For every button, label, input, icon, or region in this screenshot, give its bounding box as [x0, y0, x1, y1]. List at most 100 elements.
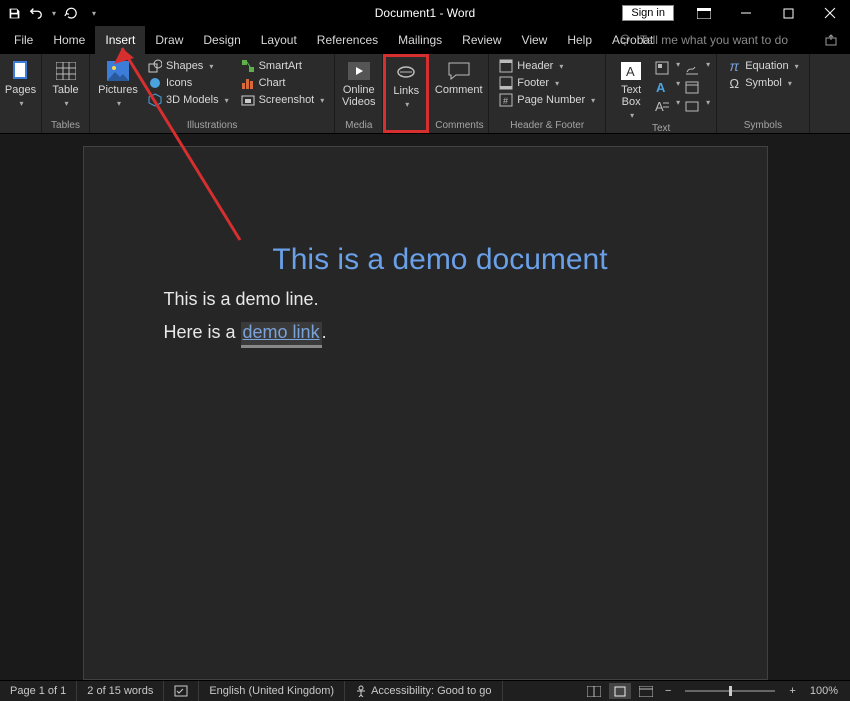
comment-icon — [448, 60, 470, 82]
signature-line-icon[interactable] — [684, 60, 700, 76]
group-illustrations: Pictures▾ Shapes▾ Icons 3D Models▾ Smart… — [90, 54, 335, 133]
status-spellcheck[interactable] — [164, 681, 199, 701]
zoom-level[interactable]: 100% — [804, 685, 844, 697]
web-layout-button[interactable] — [635, 683, 657, 699]
shapes-button[interactable]: Shapes▾ — [144, 58, 233, 74]
group-label-comments: Comments — [435, 119, 482, 131]
share-icon[interactable] — [824, 33, 838, 47]
tab-help[interactable]: Help — [557, 26, 602, 54]
screenshot-button[interactable]: Screenshot▾ — [237, 92, 329, 108]
group-label-symbols: Symbols — [723, 119, 802, 131]
links-button[interactable]: Links▾ — [387, 59, 425, 111]
comment-button[interactable]: Comment — [432, 58, 486, 96]
zoom-in-button[interactable]: + — [785, 685, 799, 697]
spellcheck-icon — [174, 685, 188, 697]
pages-button[interactable]: Pages▾ — [2, 58, 40, 110]
close-button[interactable] — [810, 0, 850, 26]
zoom-slider[interactable] — [685, 690, 775, 692]
shapes-icon — [148, 59, 162, 73]
group-header-footer: Header▾ Footer▾ #Page Number▾ Header & F… — [489, 54, 606, 133]
maximize-button[interactable] — [768, 0, 808, 26]
undo-more-icon[interactable]: ▾ — [52, 9, 56, 18]
video-icon — [348, 60, 370, 82]
smartart-button[interactable]: SmartArt — [237, 58, 329, 74]
symbol-button[interactable]: ΩSymbol▾ — [723, 75, 802, 91]
group-label-hf: Header & Footer — [495, 119, 599, 131]
link-icon — [395, 61, 417, 83]
group-label-media: Media — [341, 119, 376, 131]
status-page[interactable]: Page 1 of 1 — [0, 681, 77, 701]
screenshot-icon — [241, 93, 255, 107]
zoom-out-button[interactable]: − — [661, 685, 675, 697]
object-icon[interactable] — [684, 98, 700, 114]
zoom-thumb[interactable] — [729, 686, 732, 696]
tab-view[interactable]: View — [512, 26, 558, 54]
tab-draw[interactable]: Draw — [145, 26, 193, 54]
undo-icon[interactable] — [28, 5, 44, 21]
tab-insert[interactable]: Insert — [95, 26, 145, 54]
tab-references[interactable]: References — [307, 26, 388, 54]
status-words[interactable]: 2 of 15 words — [77, 681, 164, 701]
page-number-icon: # — [499, 93, 513, 107]
read-mode-button[interactable] — [583, 683, 605, 699]
group-label-text: Text — [612, 122, 710, 134]
header-button[interactable]: Header▾ — [495, 58, 599, 74]
3d-models-button[interactable]: 3D Models▾ — [144, 92, 233, 108]
drop-cap-icon[interactable]: A — [654, 98, 670, 114]
date-time-icon[interactable] — [684, 79, 700, 95]
status-accessibility[interactable]: Accessibility: Good to go — [345, 681, 502, 701]
page-number-button[interactable]: #Page Number▾ — [495, 92, 599, 108]
tab-file[interactable]: File — [4, 26, 43, 54]
chart-icon — [241, 76, 255, 90]
save-icon[interactable] — [6, 5, 22, 21]
ribbon: Pages▾ Table▾ Tables Pictures▾ Shapes▾ I… — [0, 54, 850, 134]
group-text: A Text Box▾ ▾ ▾ A▾ A▾ ▾ Text — [606, 54, 717, 133]
svg-text:#: # — [503, 96, 508, 106]
sign-in-button[interactable]: Sign in — [622, 5, 674, 21]
footer-button[interactable]: Footer▾ — [495, 75, 599, 91]
group-tables: Table▾ Tables — [42, 54, 90, 133]
tab-design[interactable]: Design — [193, 26, 250, 54]
text-box-icon: A — [620, 60, 642, 82]
equation-icon: π — [727, 59, 741, 73]
svg-text:A: A — [626, 64, 635, 79]
tab-layout[interactable]: Layout — [251, 26, 307, 54]
group-label-tables: Tables — [48, 119, 83, 131]
tab-review[interactable]: Review — [452, 26, 511, 54]
quick-parts-icon[interactable] — [654, 60, 670, 76]
online-videos-button[interactable]: Online Videos — [340, 58, 378, 108]
ribbon-display-icon[interactable] — [684, 0, 724, 26]
doc-line-2[interactable]: Here is a demo link. — [164, 322, 687, 343]
header-icon — [499, 59, 513, 73]
qat-customize-icon[interactable]: ▾ — [92, 9, 96, 18]
doc-line-1[interactable]: This is a demo line. — [164, 289, 687, 310]
doc-heading[interactable]: This is a demo document — [164, 243, 687, 277]
group-pages: Pages▾ — [0, 54, 42, 133]
print-layout-button[interactable] — [609, 683, 631, 699]
icons-button[interactable]: Icons — [144, 75, 233, 91]
status-bar: Page 1 of 1 2 of 15 words English (Unite… — [0, 680, 850, 701]
title-bar: ▾ ▾ Document1 - Word Sign in — [0, 0, 850, 26]
equation-button[interactable]: πEquation▾ — [723, 58, 802, 74]
group-symbols: πEquation▾ ΩSymbol▾ Symbols — [717, 54, 809, 133]
minimize-button[interactable] — [726, 0, 766, 26]
tell-me-placeholder: Tell me what you want to do — [640, 33, 788, 47]
symbol-icon: Ω — [727, 76, 741, 90]
wordart-icon[interactable]: A — [654, 79, 670, 95]
redo-icon[interactable] — [62, 5, 78, 21]
chart-button[interactable]: Chart — [237, 75, 329, 91]
document-canvas[interactable]: This is a demo document This is a demo l… — [0, 134, 850, 680]
cube-icon — [148, 93, 162, 107]
page[interactable]: This is a demo document This is a demo l… — [83, 146, 768, 680]
tell-me-search[interactable]: Tell me what you want to do — [618, 33, 838, 47]
tab-mailings[interactable]: Mailings — [388, 26, 452, 54]
pictures-icon — [107, 60, 129, 82]
pictures-button[interactable]: Pictures▾ — [96, 58, 140, 110]
status-language[interactable]: English (United Kingdom) — [199, 681, 345, 701]
tab-home[interactable]: Home — [43, 26, 95, 54]
table-button[interactable]: Table▾ — [47, 58, 85, 110]
demo-hyperlink[interactable]: demo link — [241, 322, 322, 348]
text-box-button[interactable]: A Text Box▾ — [612, 58, 650, 122]
group-label-illustrations: Illustrations — [96, 119, 328, 131]
ribbon-tabs: File Home Insert Draw Design Layout Refe… — [0, 26, 850, 54]
